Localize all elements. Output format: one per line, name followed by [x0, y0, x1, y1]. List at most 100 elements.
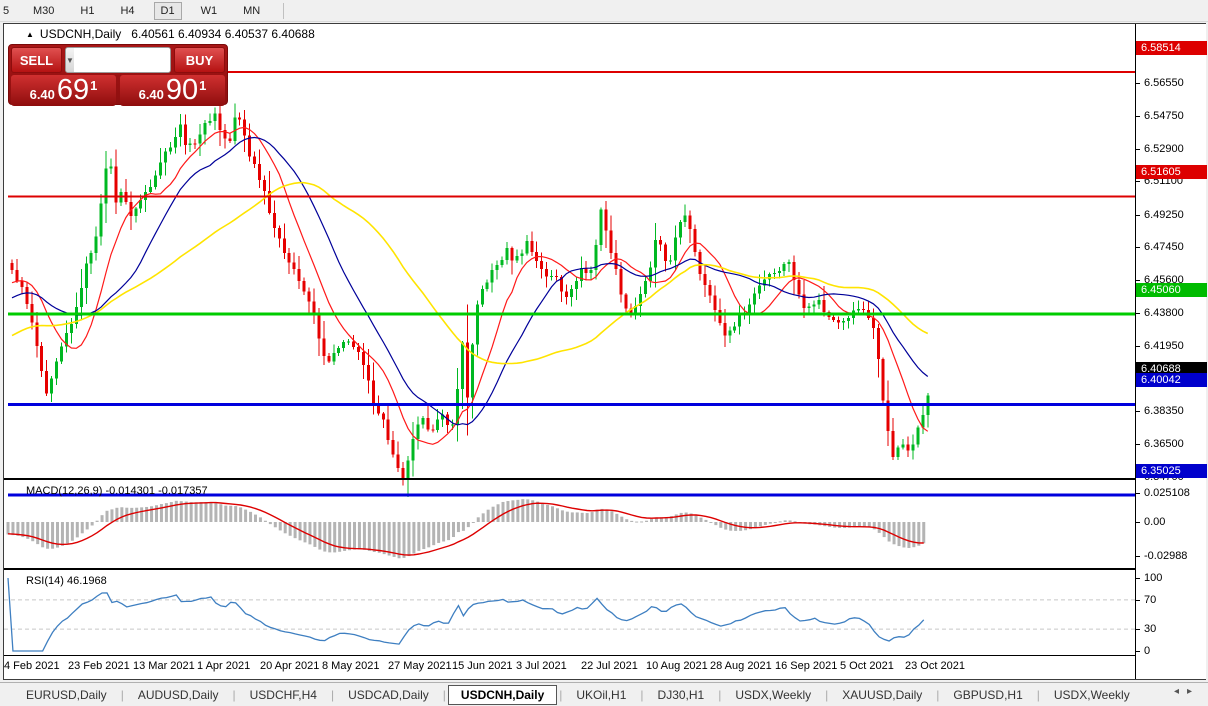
panel-separator[interactable] [4, 568, 1135, 570]
sell-button[interactable]: SELL [11, 47, 62, 73]
date-label: 22 Jul 2021 [581, 660, 638, 672]
axis-tick-label: 70 [1144, 593, 1157, 606]
sell-price-base: 6.40 [29, 87, 55, 102]
axis-tick-label: 6.47450 [1144, 241, 1184, 254]
chart-tab-xauusd-daily[interactable]: XAUUSD,Daily [830, 685, 934, 705]
axis-tick [1136, 493, 1140, 495]
axis-tick [1136, 181, 1140, 183]
price-axis: 6.56550 6.54750 6.52900 6.51100 6.49250 6.474… [1135, 24, 1207, 679]
date-label: 23 Feb 2021 [68, 660, 130, 672]
axis-tick [1136, 629, 1140, 631]
chart-tab-usdcad-daily[interactable]: USDCAD,Daily [336, 685, 441, 705]
axis-tick-label: 6.49250 [1144, 208, 1184, 221]
tab-separator: | [640, 687, 644, 702]
date-axis: 4 Feb 2021 23 Feb 2021 13 Mar 2021 1 Apr 20… [4, 656, 1135, 679]
tab-separator: | [936, 687, 940, 702]
axis-tick [1136, 346, 1140, 348]
timeframe-toolbar: 5 M30 H1 H4 D1 W1 MN [0, 0, 1208, 22]
price-marker-6.58514: 6.58514 [1136, 41, 1207, 55]
rsi-panel[interactable] [4, 571, 1135, 655]
timeframe-button-5[interactable]: 5 [0, 2, 14, 20]
axis-tick-label: 6.43800 [1144, 306, 1184, 319]
date-label: 16 Sep 2021 [775, 660, 838, 672]
axis-tick [1136, 578, 1140, 579]
axis-tick [1136, 247, 1140, 249]
axis-tick [1136, 556, 1140, 558]
candlestick-chart[interactable] [8, 48, 1139, 501]
buy-price-point: 1 [199, 78, 207, 93]
chart-tab-ukoil-h1[interactable]: UKOil,H1 [564, 685, 638, 705]
buy-price-base: 6.40 [138, 87, 164, 102]
date-label: 3 Jul 2021 [516, 660, 567, 672]
axis-tick [1136, 444, 1140, 446]
axis-tick-label: 6.41950 [1144, 340, 1184, 353]
axis-tick [1136, 312, 1140, 314]
tab-separator: | [718, 687, 722, 702]
tab-scroll-right-icon[interactable]: ▸ [1187, 686, 1200, 697]
macd-indicator-label: MACD(12,26,9) -0.014301 -0.017357 [26, 485, 208, 497]
buy-price-pips: 90 [165, 74, 199, 106]
price-marker-6.51605: 6.51605 [1136, 165, 1207, 180]
timeframe-button-mn[interactable]: MN [236, 2, 267, 20]
date-label: 27 May 2021 [388, 660, 452, 672]
axis-tick [1136, 83, 1140, 85]
timeframe-button-h1[interactable]: H1 [73, 2, 101, 20]
axis-tick [1136, 214, 1140, 216]
date-label: 10 Aug 2021 [646, 660, 708, 672]
date-label: 4 Feb 2021 [4, 660, 60, 672]
rsi-indicator-label: RSI(14) 46.1968 [26, 575, 107, 587]
axis-tick-label: 6.38350 [1144, 404, 1184, 417]
chart-window [3, 23, 1206, 680]
date-label: 13 Mar 2021 [133, 660, 195, 672]
chart-tab-gbpusd-h1[interactable]: GBPUSD,H1 [941, 685, 1034, 705]
chart-tab-usdcnh-daily[interactable]: USDCNH,Daily [447, 684, 558, 705]
axis-tick-label: 100 [1144, 572, 1163, 584]
date-label: 15 Jun 2021 [452, 660, 513, 672]
tab-separator: | [442, 687, 446, 702]
date-label: 8 May 2021 [322, 660, 380, 672]
sell-price-point: 1 [90, 78, 98, 93]
price-marker-6.40042: 6.40042 [1136, 373, 1207, 388]
date-label: 28 Aug 2021 [710, 660, 772, 672]
axis-tick [1136, 410, 1140, 412]
one-click-trade-panel: SELL ▼ ▲ BUY 6.40 69 1 6.40 90 1 [8, 44, 228, 106]
timeframe-button-d1[interactable]: D1 [153, 1, 182, 20]
axis-tick-label: 6.56550 [1144, 77, 1184, 90]
tab-separator: | [232, 687, 236, 702]
chart-title: ▲ USDCNH,Daily 6.40561 6.40934 6.40537 6.4… [26, 27, 315, 41]
collapse-triangle-icon[interactable]: ▲ [26, 30, 34, 39]
chart-tab-usdx-weekly[interactable]: USDX,Weekly [723, 685, 823, 705]
axis-tick [1136, 651, 1140, 652]
tab-scroll-left-icon[interactable]: ◂ [1174, 686, 1187, 697]
panel-separator [4, 655, 1135, 656]
chart-tab-usdchf-h4[interactable]: USDCHF,H4 [238, 685, 329, 705]
moving-average-45 [11, 181, 929, 365]
macd-signal-line [7, 501, 924, 556]
axis-tick [1136, 522, 1140, 523]
chart-tab-audusd-daily[interactable]: AUDUSD,Daily [126, 685, 231, 705]
volume-decrease-button[interactable]: ▼ [66, 48, 74, 72]
date-label: 23 Oct 2021 [905, 660, 965, 672]
buy-quote-tile[interactable]: 6.40 90 1 [120, 75, 225, 106]
axis-tick-label: -0.02988 [1144, 550, 1188, 563]
chart-tab-dj30-h1[interactable]: DJ30,H1 [646, 685, 717, 705]
panel-separator[interactable] [4, 478, 1135, 480]
axis-tick [1136, 115, 1140, 117]
axis-tick-label: 0.00 [1144, 516, 1166, 528]
axis-tick [1136, 599, 1140, 601]
toolbar-separator [283, 2, 285, 19]
axis-tick-label: 6.36500 [1144, 438, 1184, 451]
chart-tab-usdx-weekly[interactable]: USDX,Weekly [1042, 685, 1142, 705]
timeframe-button-h4[interactable]: H4 [113, 2, 141, 20]
buy-button[interactable]: BUY [174, 47, 225, 73]
rsi-line [7, 577, 925, 652]
date-label: 20 Apr 2021 [260, 660, 320, 672]
sell-quote-tile[interactable]: 6.40 69 1 [11, 75, 116, 106]
tab-separator: | [559, 687, 563, 702]
axis-tick [1136, 280, 1140, 282]
axis-tick-label: 0.025108 [1144, 487, 1190, 500]
timeframe-button-m30[interactable]: M30 [26, 2, 61, 20]
chart-tab-eurusd-daily[interactable]: EURUSD,Daily [14, 685, 119, 705]
volume-input[interactable] [73, 48, 170, 72]
timeframe-button-w1[interactable]: W1 [194, 2, 225, 20]
